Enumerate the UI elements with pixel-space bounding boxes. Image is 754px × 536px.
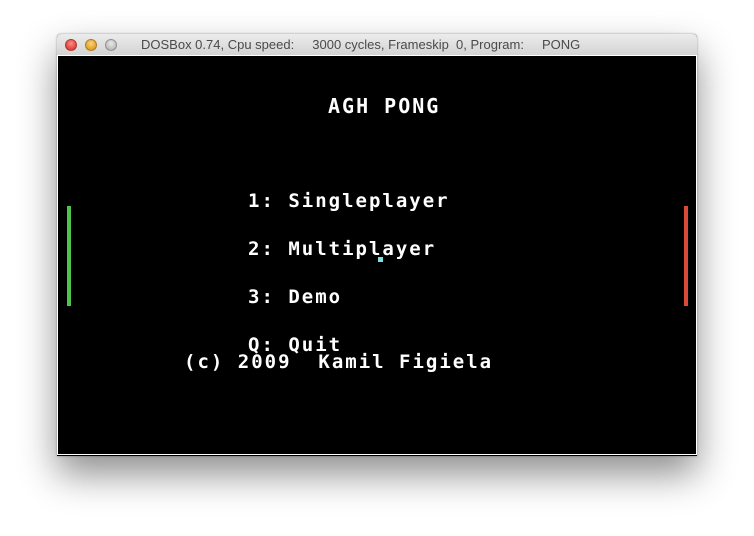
menu-key: 3: [248,286,275,308]
menu-key: 1: [248,190,275,212]
menu-item-multiplayer[interactable]: 2: Multiplayer [248,238,450,260]
game-screen[interactable]: AGH PONG 1: Singleplayer 2: Multiplayer … [57,55,697,455]
title-bar[interactable]: DOSBox 0.74, Cpu speed: 3000 cycles, Fra… [57,34,697,56]
menu-item-demo[interactable]: 3: Demo [248,286,450,308]
copyright-text: (c) 2009 Kamil Figiela [184,351,494,373]
zoom-button[interactable] [105,39,117,51]
menu-label: Singleplayer [288,190,450,212]
minimize-button[interactable] [85,39,97,51]
dosbox-window: DOSBox 0.74, Cpu speed: 3000 cycles, Fra… [57,34,697,456]
close-button[interactable] [65,39,77,51]
window-title: DOSBox 0.74, Cpu speed: 3000 cycles, Fra… [141,37,581,52]
menu-key: 2: [248,238,275,260]
game-title: AGH PONG [328,94,441,118]
menu-label: Multiplayer [288,238,437,260]
menu-label: Demo [288,286,343,308]
menu-item-singleplayer[interactable]: 1: Singleplayer [248,190,450,212]
right-paddle [684,206,688,306]
left-paddle [67,206,71,306]
ball [378,257,383,262]
